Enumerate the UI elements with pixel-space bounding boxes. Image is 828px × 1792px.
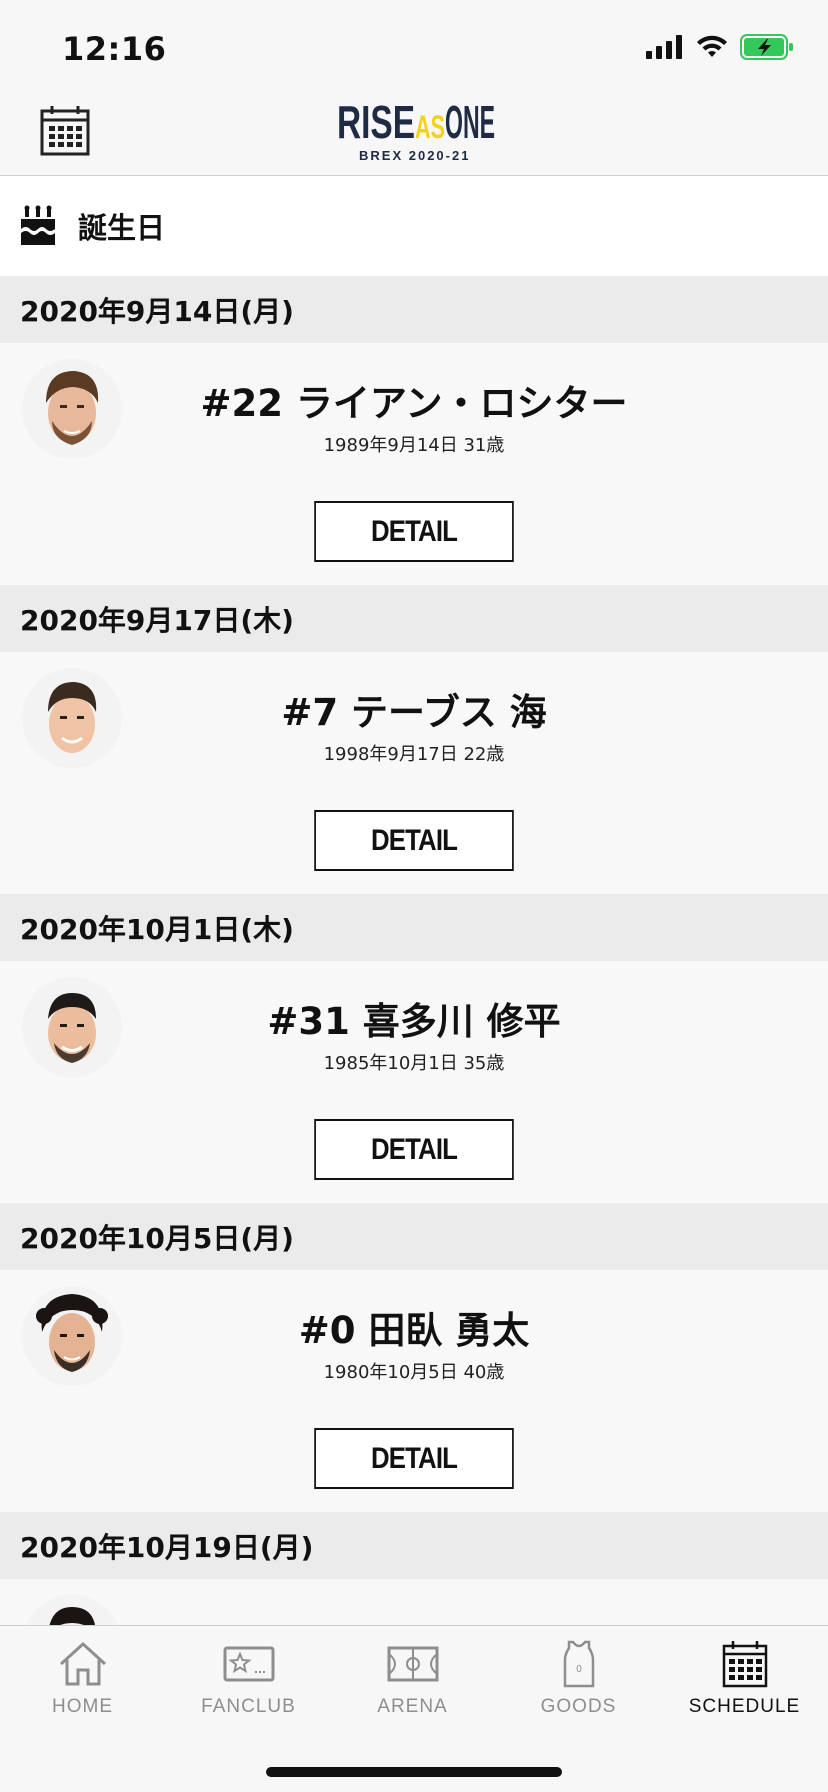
basketball-court-icon (387, 1646, 438, 1682)
player-card: #22 ライアン・ロシター 1989年9月14日 31歳 DETAIL (0, 343, 828, 585)
status-icons (646, 34, 794, 60)
player-birthdate: 1980年10月5日 40歳 (323, 1362, 505, 1383)
fanclub-card-icon (223, 1646, 274, 1682)
tab-schedule[interactable]: SCHEDULE (662, 1626, 827, 1736)
cellular-signal-icon (646, 35, 682, 59)
tab-goods[interactable]: 0 GOODS (496, 1626, 661, 1736)
player-card: #0 田臥 勇太 1980年10月5日 40歳 DETAIL (0, 1270, 828, 1512)
detail-button-label: DETAIL (370, 514, 458, 548)
detail-button-label: DETAIL (370, 1132, 458, 1166)
date-header: 2020年9月14日(月) (0, 276, 828, 343)
date-header: 2020年10月19日(月) (0, 1512, 828, 1579)
detail-button-label: DETAIL (370, 823, 458, 857)
player-birthdate: 1998年9月17日 22歳 (323, 744, 505, 765)
tab-label: GOODS (540, 1696, 617, 1717)
player-birthdate: 1985年10月1日 35歳 (323, 1053, 505, 1074)
detail-button-label: DETAIL (370, 1441, 458, 1475)
svg-text:RISE: RISE (337, 98, 415, 148)
svg-text:BREX 2020-21: BREX 2020-21 (359, 148, 470, 163)
date-header: 2020年9月17日(木) (0, 585, 828, 652)
player-name: #31 喜多川 修平 (267, 1000, 561, 1043)
detail-button[interactable]: DETAIL (314, 501, 514, 562)
brex-logo: RISE AS ONE BREX 2020-21 (337, 98, 495, 163)
player-name: #7 テーブス 海 (281, 691, 547, 734)
detail-button[interactable]: DETAIL (314, 1428, 514, 1489)
svg-text:AS: AS (415, 109, 445, 145)
tab-label: SCHEDULE (688, 1696, 801, 1717)
date-header: 2020年10月5日(月) (0, 1203, 828, 1270)
status-time: 12:16 (62, 30, 167, 68)
wifi-icon (697, 35, 727, 57)
nav-bar: RISE AS ONE BREX 2020-21 (0, 96, 828, 176)
tab-arena[interactable]: ARENA (330, 1626, 495, 1736)
battery-charging-icon (740, 34, 793, 60)
date-header: 2020年10月1日(木) (0, 894, 828, 961)
tab-label: FANCLUB (201, 1696, 296, 1717)
detail-button[interactable]: DETAIL (314, 810, 514, 871)
jersey-icon: 0 (563, 1640, 594, 1688)
player-birthdate: 1989年9月14日 31歳 (323, 435, 505, 456)
home-indicator[interactable] (266, 1767, 562, 1777)
svg-text:0: 0 (576, 1664, 582, 1675)
section-header: 誕生日 (0, 176, 828, 276)
tab-label: ARENA (377, 1696, 448, 1717)
player-card: #31 喜多川 修平 1985年10月1日 35歳 DETAIL (0, 961, 828, 1203)
home-icon (59, 1641, 106, 1686)
tab-label: HOME (52, 1696, 113, 1717)
status-bar: 12:16 (0, 0, 828, 96)
birthday-cake-icon (21, 205, 55, 245)
detail-button[interactable]: DETAIL (314, 1119, 514, 1180)
birthday-list[interactable]: 2020年9月14日(月) #22 ライアン・ロシター 1989年9月14日 3… (0, 276, 828, 1792)
tab-fanclub[interactable]: FANCLUB (166, 1626, 331, 1736)
svg-text:ONE: ONE (445, 98, 495, 148)
tab-home[interactable]: HOME (0, 1626, 165, 1736)
player-card: #7 テーブス 海 1998年9月17日 22歳 DETAIL (0, 652, 828, 894)
section-title: 誕生日 (78, 211, 166, 245)
player-name: #0 田臥 勇太 (298, 1309, 530, 1352)
calendar-icon (722, 1641, 767, 1688)
player-name: #22 ライアン・ロシター (200, 382, 628, 425)
calendar-icon[interactable] (40, 104, 90, 156)
